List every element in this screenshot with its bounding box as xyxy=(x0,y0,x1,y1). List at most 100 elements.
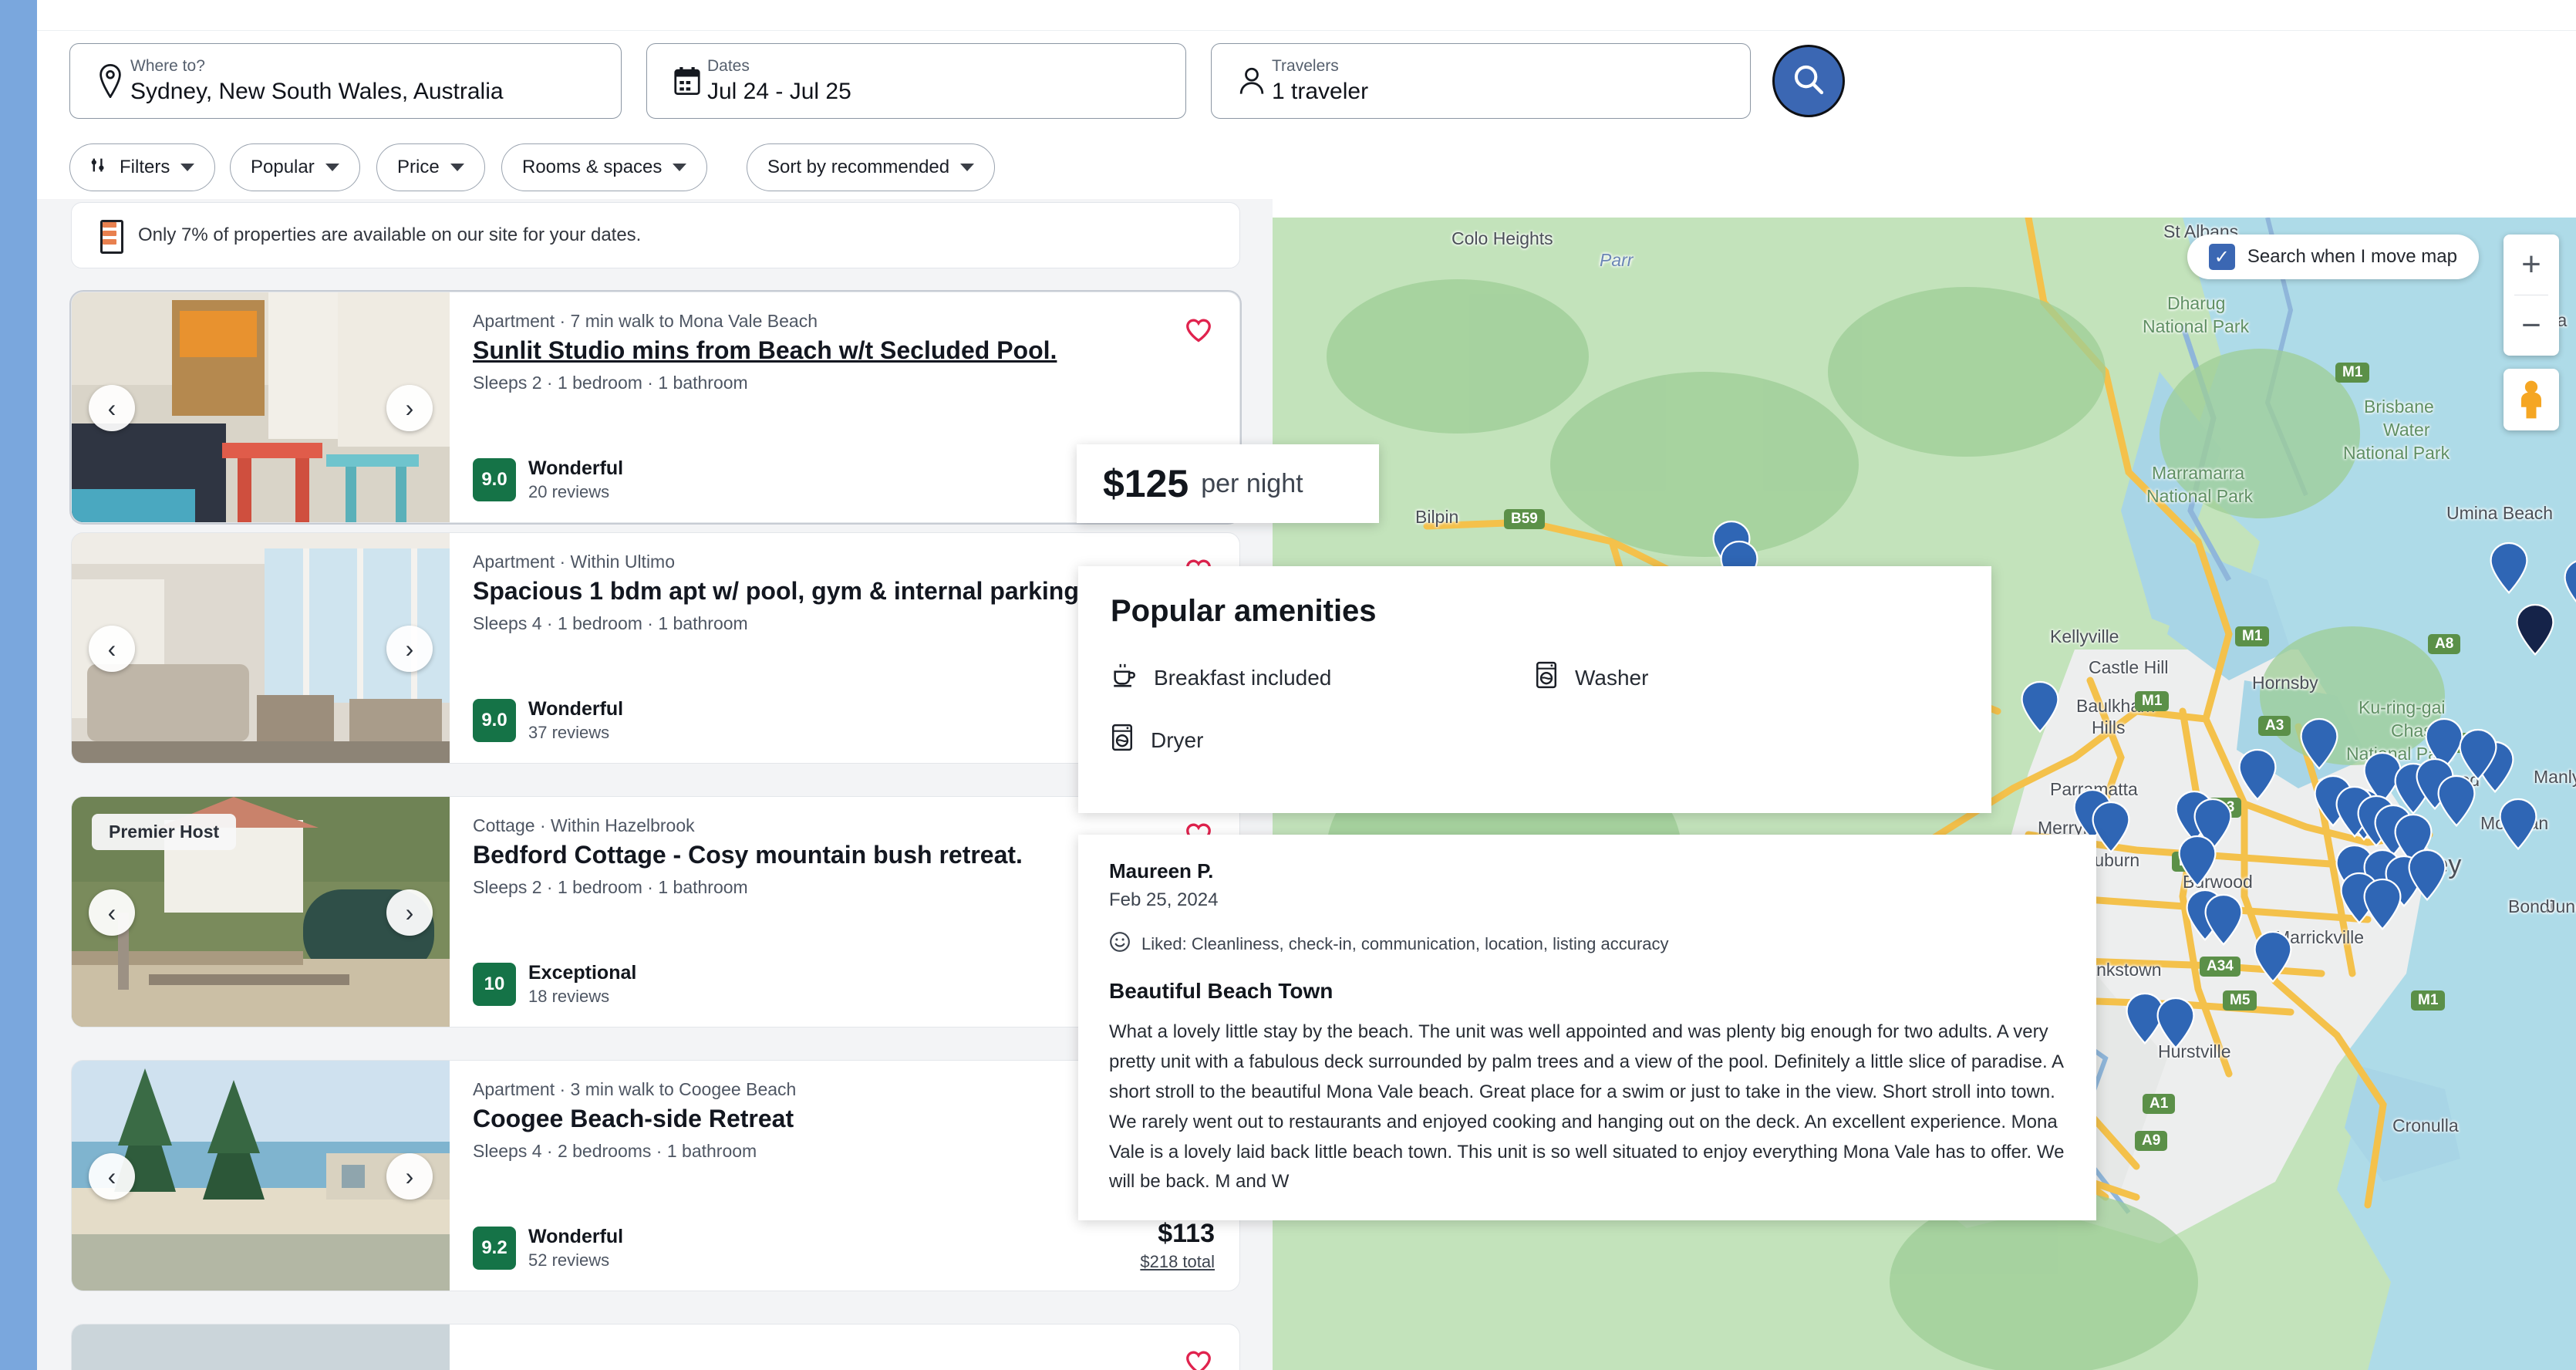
road-shield: M1 xyxy=(2135,691,2170,711)
filter-pill-label: Price xyxy=(397,157,440,177)
map-property-pin[interactable] xyxy=(2488,542,2530,594)
filter-pill-filters[interactable]: Filters xyxy=(69,143,216,191)
chevron-down-icon xyxy=(180,164,195,171)
sliders-icon xyxy=(90,156,109,180)
listing-photo[interactable]: ‹ › xyxy=(72,1061,450,1291)
map-property-pin[interactable] xyxy=(2362,878,2403,930)
amenity-label: Dryer xyxy=(1151,727,1204,752)
availability-bars-icon xyxy=(99,220,123,254)
search-when-i-move-map-toggle[interactable]: ✓ Search when I move map xyxy=(2187,235,2479,279)
dates-field[interactable]: Dates Jul 24 - Jul 25 xyxy=(646,43,1186,119)
street-view-pegman-icon[interactable] xyxy=(2504,369,2559,430)
listing-card[interactable]: ‹ › Premier Host Cottage · Within Hazelb… xyxy=(71,796,1240,1028)
photo-prev-button[interactable]: ‹ xyxy=(89,385,135,431)
person-icon xyxy=(1232,66,1272,96)
map-place-label: Colo Heights xyxy=(1452,228,1553,248)
listing-card[interactable]: ‹ › Apartment · 7 min walk to Mona Vale … xyxy=(71,292,1240,523)
map-property-pin[interactable] xyxy=(2406,849,2448,901)
road-shield: M1 xyxy=(2335,363,2370,383)
map-place-label: Water xyxy=(2383,420,2430,440)
map-property-pin[interactable] xyxy=(2298,717,2340,770)
listing-subtitle: Cottage · Within Hazelbrook xyxy=(473,815,695,835)
map-property-pin[interactable] xyxy=(2497,798,2539,850)
rating-review-count: 52 reviews xyxy=(528,1250,610,1270)
rating-score-badge: 9.2 xyxy=(473,1227,516,1270)
amenity-breakfast: Breakfast included xyxy=(1111,661,1535,694)
map-place-label: National Park xyxy=(2143,316,2250,336)
amenity-washer: Washer xyxy=(1535,661,1959,694)
photo-prev-button[interactable]: ‹ xyxy=(89,626,135,672)
filter-pill-rooms-spaces[interactable]: Rooms & spaces xyxy=(501,143,708,191)
listing-rating: 9.0 Wonderful 20 reviews xyxy=(473,457,623,502)
map-property-pin[interactable] xyxy=(2457,728,2499,781)
filter-pill-label: Filters xyxy=(120,157,170,177)
map-property-pin[interactable] xyxy=(2019,680,2061,733)
search-icon xyxy=(1792,62,1826,100)
filter-pill-label: Sort by recommended xyxy=(767,157,950,177)
price-total[interactable]: $218 total xyxy=(1140,1252,1215,1272)
photo-next-button[interactable]: › xyxy=(386,626,433,672)
map-place-label: Hills xyxy=(2092,717,2126,737)
listing-card[interactable]: ‹ › Apartment · Within Ultimo Spacious 1… xyxy=(71,532,1240,764)
listing-photo[interactable] xyxy=(72,1324,450,1370)
map-property-pin[interactable] xyxy=(2562,558,2576,611)
filter-pill-row: Filters Popular Price Rooms & spaces Sor… xyxy=(37,131,2576,199)
dates-value: Jul 24 - Jul 25 xyxy=(707,78,851,104)
chevron-down-icon xyxy=(673,164,687,171)
search-button[interactable] xyxy=(1772,45,1845,117)
amenities-title: Popular amenities xyxy=(1111,594,1377,628)
tooltip-price-unit: per night xyxy=(1201,468,1303,498)
map-place-label: Dharug xyxy=(2167,293,2226,313)
zoom-in-button[interactable]: + xyxy=(2504,235,2559,295)
browser-left-edge xyxy=(0,0,37,1370)
listing-card[interactable]: ‹ › Apartment · 3 min walk to Coogee Bea… xyxy=(71,1060,1240,1291)
road-shield: A9 xyxy=(2135,1131,2168,1151)
photo-next-button[interactable]: › xyxy=(386,385,433,431)
photo-prev-button[interactable]: ‹ xyxy=(89,889,135,936)
amenity-dryer: Dryer xyxy=(1111,724,1535,757)
map-zoom-controls[interactable]: + − xyxy=(2504,235,2559,356)
map-property-pin[interactable] xyxy=(2237,748,2278,801)
map-property-pin[interactable] xyxy=(2090,801,2132,853)
zoom-out-button[interactable]: − xyxy=(2504,295,2559,356)
listing-photo[interactable]: ‹ › Premier Host xyxy=(72,797,450,1027)
rating-word: Wonderful xyxy=(528,1226,624,1247)
map-property-pin[interactable] xyxy=(2176,835,2218,887)
map-property-pin[interactable] xyxy=(2203,893,2244,946)
filter-pill-price[interactable]: Price xyxy=(376,143,485,191)
photo-next-button[interactable]: › xyxy=(386,889,433,936)
listing-rating: 9.2 Wonderful 52 reviews xyxy=(473,1226,623,1270)
listing-photo[interactable]: ‹ › xyxy=(72,533,450,763)
filter-pill-sort[interactable]: Sort by recommended xyxy=(747,143,996,191)
travelers-value: 1 traveler xyxy=(1272,78,1369,104)
map-property-pin[interactable] xyxy=(2155,997,2197,1049)
map-property-pin[interactable] xyxy=(2436,774,2477,827)
map-property-pin[interactable] xyxy=(2252,930,2294,983)
listing-title[interactable]: Sunlit Studio mins from Beach w/t Seclud… xyxy=(473,336,1218,365)
availability-banner-text: Only 7% of properties are available on o… xyxy=(138,224,642,245)
amenity-label: Washer xyxy=(1575,665,1649,690)
coffee-cup-icon xyxy=(1111,662,1137,693)
checkbox-checked-icon[interactable]: ✓ xyxy=(2208,244,2235,270)
map-property-pin[interactable] xyxy=(2514,603,2556,656)
rating-word: Wonderful xyxy=(528,457,624,479)
favorite-heart-icon[interactable] xyxy=(1175,1338,1222,1370)
filter-pill-popular[interactable]: Popular xyxy=(230,143,360,191)
travelers-field[interactable]: Travelers 1 traveler xyxy=(1211,43,1751,119)
listing-rating: 9.0 Wonderful 37 reviews xyxy=(473,698,623,743)
map-place-label: Hornsby xyxy=(2252,673,2318,693)
review-author: Maureen P. xyxy=(1109,859,1214,882)
top-strip xyxy=(37,0,2576,31)
review-body: What a lovely little stay by the beach. … xyxy=(1109,1021,2065,1193)
listing-photo[interactable]: ‹ › xyxy=(72,292,450,522)
dryer-icon xyxy=(1111,724,1134,757)
photo-next-button[interactable]: › xyxy=(386,1153,433,1200)
photo-prev-button[interactable]: ‹ xyxy=(89,1153,135,1200)
review-date: Feb 25, 2024 xyxy=(1109,889,1219,910)
search-when-move-label: Search when I move map xyxy=(2247,246,2457,267)
destination-field[interactable]: Where to? Sydney, New South Wales, Austr… xyxy=(69,43,622,119)
listing-card[interactable] xyxy=(71,1324,1240,1370)
rating-score-badge: 10 xyxy=(473,963,516,1006)
price-tooltip-overlay: $125 per night xyxy=(1077,444,1379,523)
filter-pill-label: Rooms & spaces xyxy=(522,157,663,177)
